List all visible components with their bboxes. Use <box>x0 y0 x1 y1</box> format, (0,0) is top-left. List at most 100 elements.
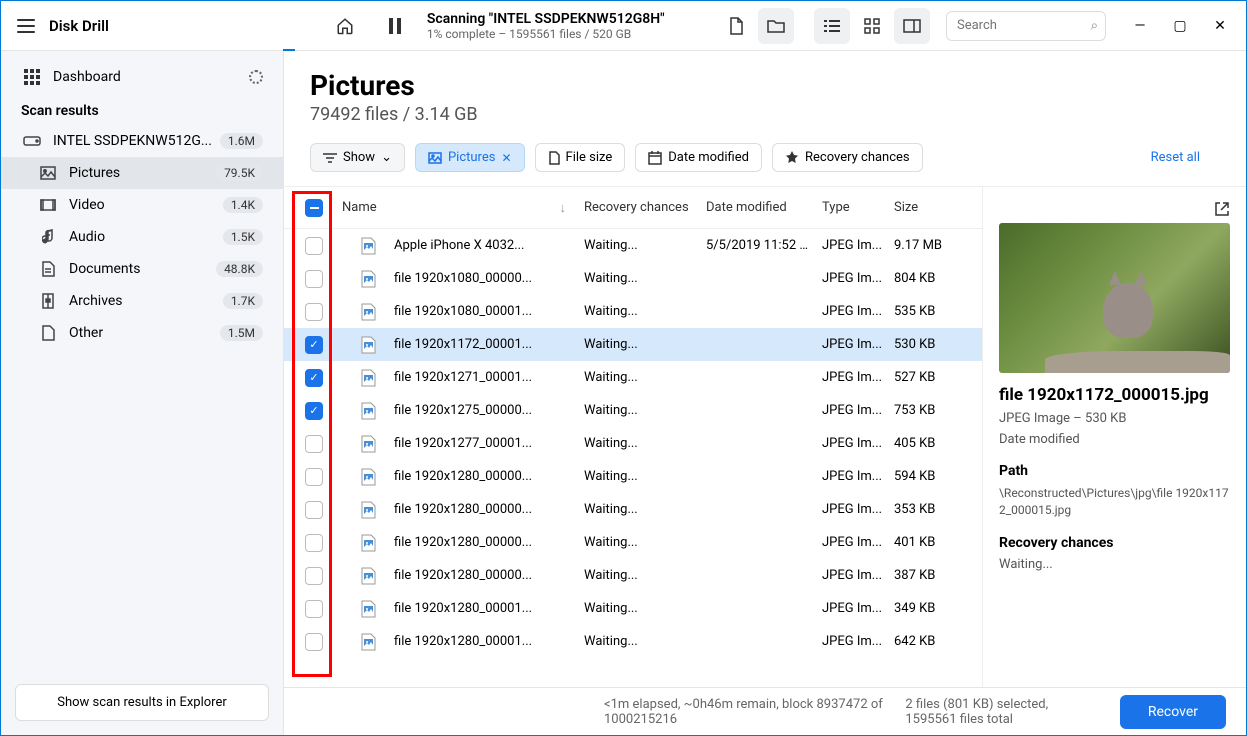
detail-path-label: Path <box>999 463 1230 479</box>
sidebar-item-archives[interactable]: Archives1.7K <box>1 285 283 317</box>
col-size-header[interactable]: Size <box>894 200 982 215</box>
size-cell: 9.17 MB <box>894 238 982 253</box>
col-recovery-header[interactable]: Recovery chances <box>584 200 706 215</box>
folder-view-button[interactable] <box>758 8 794 44</box>
row-checkbox[interactable]: ✓ <box>305 369 323 387</box>
category-icon <box>37 197 59 213</box>
table-row[interactable]: file 1920x1280_00000...Waiting...JPEG Im… <box>284 493 982 526</box>
minimize-button[interactable]: — <box>1122 8 1158 44</box>
pictures-filter-chip[interactable]: Pictures ✕ <box>415 143 525 172</box>
sidebar-item-audio[interactable]: Audio1.5K <box>1 221 283 253</box>
row-checkbox[interactable] <box>305 435 323 453</box>
row-checkbox[interactable]: ✓ <box>305 402 323 420</box>
row-checkbox[interactable] <box>305 270 323 288</box>
menu-icon[interactable] <box>17 19 35 33</box>
sort-arrow-icon: ↓ <box>560 200 567 216</box>
type-cell: JPEG Im... <box>822 403 894 418</box>
file-type-icon <box>358 500 378 520</box>
table-row[interactable]: ✓file 1920x1275_00000...Waiting...JPEG I… <box>284 394 982 427</box>
row-checkbox[interactable] <box>305 534 323 552</box>
table-header: Name ↓ Recovery chances Date modified Typ… <box>284 187 982 229</box>
row-checkbox[interactable] <box>305 633 323 651</box>
sidebar-device[interactable]: INTEL SSDPEKNW512G... 1.6M <box>1 125 283 157</box>
file-view-button[interactable] <box>718 8 754 44</box>
type-cell: JPEG Im... <box>822 304 894 319</box>
details-pane: file 1920x1172_000015.jpg JPEG Image – 5… <box>982 187 1246 687</box>
file-type-icon <box>358 467 378 487</box>
file-type-icon <box>358 533 378 553</box>
table-row[interactable]: ✓file 1920x1271_00001...Waiting...JPEG I… <box>284 361 982 394</box>
show-in-explorer-button[interactable]: Show scan results in Explorer <box>15 684 269 721</box>
recovery-cell: Waiting... <box>584 337 706 352</box>
search-input[interactable] <box>946 11 1106 41</box>
row-checkbox[interactable] <box>305 600 323 618</box>
category-icon <box>37 325 59 341</box>
file-name: file 1920x1277_00001... <box>394 436 584 451</box>
table-row[interactable]: file 1920x1080_00000...Waiting...JPEG Im… <box>284 262 982 295</box>
reset-all-link[interactable]: Reset all <box>1151 150 1200 165</box>
recovery-cell: Waiting... <box>584 271 706 286</box>
close-button[interactable]: ✕ <box>1202 8 1238 44</box>
size-cell: 387 KB <box>894 568 982 583</box>
sidebar-item-documents[interactable]: Documents48.8K <box>1 253 283 285</box>
recovery-cell: Waiting... <box>584 403 706 418</box>
recovery-filter[interactable]: Recovery chances <box>772 143 923 172</box>
sidebar-item-other[interactable]: Other1.5M <box>1 317 283 349</box>
search-icon: ⌕ <box>1091 18 1098 33</box>
drive-icon <box>21 133 43 149</box>
recovery-cell: Waiting... <box>584 601 706 616</box>
type-cell: JPEG Im... <box>822 502 894 517</box>
row-checkbox[interactable] <box>305 303 323 321</box>
sidebar-item-pictures[interactable]: Pictures79.5K <box>1 157 283 189</box>
size-cell: 405 KB <box>894 436 982 451</box>
row-checkbox[interactable] <box>305 468 323 486</box>
recovery-cell: Waiting... <box>584 634 706 649</box>
table-row[interactable]: Apple iPhone X 4032...Waiting...5/5/2019… <box>284 229 982 262</box>
recovery-cell: Waiting... <box>584 469 706 484</box>
table-row[interactable]: file 1920x1280_00000...Waiting...JPEG Im… <box>284 526 982 559</box>
file-name: file 1920x1280_00000... <box>394 568 584 583</box>
table-row[interactable]: file 1920x1280_00001...Waiting... JPEG Im… <box>284 625 982 658</box>
size-cell: 353 KB <box>894 502 982 517</box>
table-row[interactable]: file 1920x1280_00000...Waiting...JPEG Im… <box>284 460 982 493</box>
type-cell: JPEG Im... <box>822 271 894 286</box>
filesize-filter[interactable]: File size <box>535 143 626 172</box>
recovery-cell: Waiting... <box>584 502 706 517</box>
size-cell: 804 KB <box>894 271 982 286</box>
close-icon[interactable]: ✕ <box>501 151 511 165</box>
panel-view-button[interactable] <box>894 8 930 44</box>
table-row[interactable]: ✓file 1920x1172_00001...Waiting...JPEG I… <box>284 328 982 361</box>
maximize-button[interactable]: ▢ <box>1162 8 1198 44</box>
table-row[interactable]: file 1920x1280_00001...Waiting...JPEG Im… <box>284 592 982 625</box>
row-checkbox[interactable] <box>305 567 323 585</box>
home-button[interactable] <box>327 8 363 44</box>
recovery-cell: Waiting... <box>584 370 706 385</box>
sidebar-dashboard[interactable]: Dashboard <box>1 61 283 93</box>
table-row[interactable]: file 1920x1277_00001...Waiting...JPEG Im… <box>284 427 982 460</box>
pause-button[interactable] <box>377 8 413 44</box>
page-subtitle: 79492 files / 3.14 GB <box>310 104 1220 125</box>
sidebar-item-video[interactable]: Video1.4K <box>1 189 283 221</box>
size-cell: 753 KB <box>894 403 982 418</box>
row-checkbox[interactable] <box>305 237 323 255</box>
size-cell: 530 KB <box>894 337 982 352</box>
table-row[interactable]: file 1920x1280_00000...Waiting...JPEG Im… <box>284 559 982 592</box>
size-cell: 401 KB <box>894 535 982 550</box>
file-name: file 1920x1280_00001... <box>394 634 584 649</box>
file-name: Apple iPhone X 4032... <box>394 238 584 253</box>
show-filter[interactable]: Show ⌄ <box>310 143 405 172</box>
open-external-icon[interactable] <box>1214 201 1230 217</box>
list-view-button[interactable] <box>814 8 850 44</box>
table-row[interactable]: file 1920x1080_00001...Waiting...JPEG Im… <box>284 295 982 328</box>
type-cell: JPEG Im... <box>822 634 894 649</box>
col-type-header[interactable]: Type <box>822 200 894 215</box>
col-date-header[interactable]: Date modified <box>706 200 822 215</box>
grid-view-button[interactable] <box>854 8 890 44</box>
file-type-icon <box>358 302 378 322</box>
datemod-filter[interactable]: Date modified <box>635 143 762 172</box>
row-checkbox[interactable] <box>305 501 323 519</box>
col-name-header[interactable]: Name <box>342 200 377 215</box>
row-checkbox[interactable]: ✓ <box>305 336 323 354</box>
recover-button[interactable]: Recover <box>1120 695 1226 729</box>
select-all-checkbox[interactable] <box>305 199 323 217</box>
